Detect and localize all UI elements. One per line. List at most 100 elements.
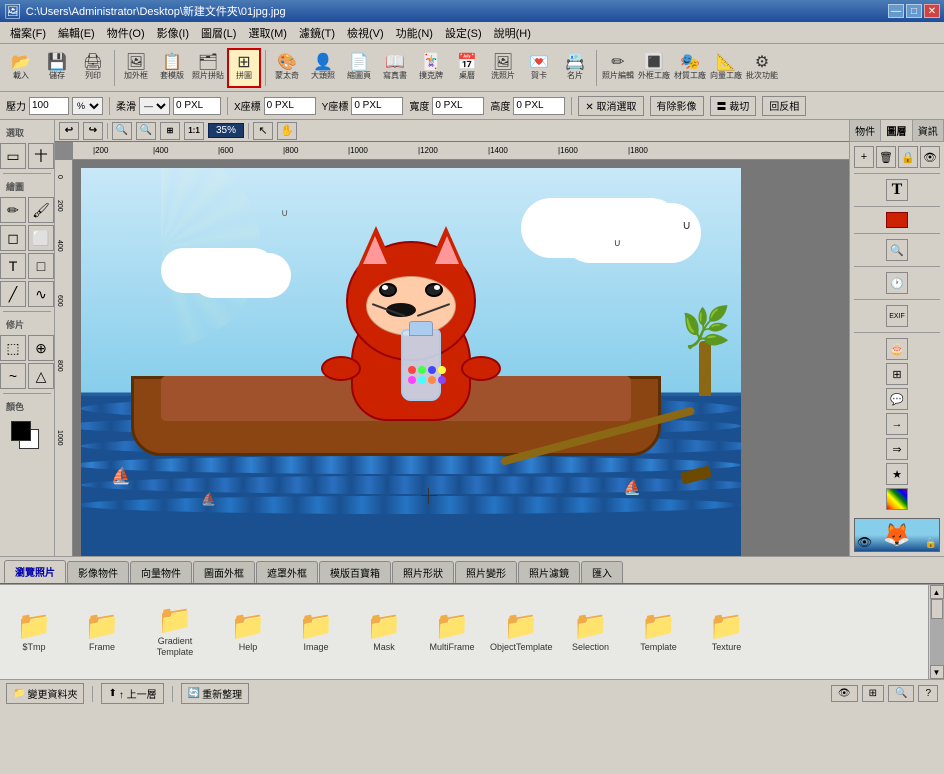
menu-select[interactable]: 選取(M) (242, 23, 293, 43)
folder-mask[interactable]: 📁 Mask (354, 612, 414, 653)
brush-button[interactable]: 🖌 (28, 197, 54, 223)
folder-gradient-template[interactable]: 📁 Gradient Template (140, 606, 210, 658)
folder-object-template[interactable]: 📁 ObjectTemplate (490, 612, 553, 653)
load-button[interactable]: 📂 載入 (4, 48, 38, 88)
vectorfactory-button[interactable]: 📐 向量工廠 (709, 48, 743, 88)
tab-layer[interactable]: 圖層 (881, 120, 912, 141)
folder-help[interactable]: 📁 Help (218, 612, 278, 653)
zoom-fit-button[interactable]: ⊞ (160, 122, 180, 140)
rt-star-button[interactable]: ★ (886, 463, 908, 485)
washphoto-button[interactable]: 🖼 洗照片 (486, 48, 520, 88)
line-button[interactable]: ╱ (0, 281, 26, 307)
help2-button[interactable]: ? (918, 685, 938, 702)
folder-frame[interactable]: 📁 Frame (72, 612, 132, 653)
menu-settings[interactable]: 設定(S) (439, 23, 488, 43)
batch-button[interactable]: ⚙ 批次功能 (745, 48, 779, 88)
framefactory-button[interactable]: 🔳 外框工廠 (637, 48, 671, 88)
up-level-button[interactable]: ⬆ ↑ 上一層 (101, 683, 163, 704)
rt-grid-button[interactable]: ⊞ (886, 363, 908, 385)
menu-help[interactable]: 說明(H) (488, 23, 537, 43)
hand-tool-button[interactable]: ✋ (277, 122, 297, 140)
minimize-button[interactable]: — (888, 4, 904, 18)
fb-scroll-area[interactable]: 📁 $Tmp 📁 Frame 📁 Gradient Template 📁 Hel… (0, 585, 928, 679)
menu-layer[interactable]: 圖層(L) (195, 23, 242, 43)
menu-object[interactable]: 物件(O) (101, 23, 151, 43)
headshot-button[interactable]: 👤 大頭照 (306, 48, 340, 88)
card-button[interactable]: 🃏 撲克牌 (414, 48, 448, 88)
maximize-button[interactable]: □ (906, 4, 922, 18)
menu-file[interactable]: 檔案(F) (4, 23, 52, 43)
greeting-button[interactable]: 💌 賀卡 (522, 48, 556, 88)
folder-tmp[interactable]: 📁 $Tmp (4, 612, 64, 653)
shape-button[interactable]: □ (28, 253, 54, 279)
change-folder-button[interactable]: 📁 變更資料夾 (6, 683, 84, 704)
rt-lock-button[interactable]: 🔒 (898, 146, 918, 168)
rt-color2-button[interactable] (886, 488, 908, 510)
menu-filter[interactable]: 濾鏡(T) (293, 23, 341, 43)
view-toggle-button[interactable]: 👁 (831, 685, 858, 702)
fill-button[interactable]: ⬜ (28, 225, 54, 251)
pencil-button[interactable]: ✏ (0, 197, 26, 223)
crop-tool-button[interactable]: ⬚ (0, 335, 26, 361)
menu-function[interactable]: 功能(N) (390, 23, 439, 43)
folder-multiframe[interactable]: 📁 MultiFrame (422, 612, 482, 653)
scroll-thumb[interactable] (931, 599, 943, 619)
sort-button[interactable]: ⊞ (862, 685, 884, 702)
btab-imgframe[interactable]: 圖面外框 (193, 561, 255, 583)
thumb-lock-button[interactable]: 🔒 (925, 538, 937, 549)
photoeditor-button[interactable]: ✏ 照片編輯 (601, 48, 635, 88)
template-button[interactable]: 📋 套模版 (155, 48, 189, 88)
frame-button[interactable]: 🖼 加外框 (119, 48, 153, 88)
curve-button[interactable]: ∿ (28, 281, 54, 307)
folder-selection[interactable]: 📁 Selection (561, 612, 621, 653)
eraser-button[interactable]: ◻ (0, 225, 26, 251)
namecard-button[interactable]: 📇 名片 (558, 48, 592, 88)
thumb-eye-button[interactable]: 👁 (857, 535, 872, 549)
info-button[interactable]: 🔍 (888, 685, 914, 702)
ycoor-input[interactable] (351, 97, 403, 115)
rt-color-block[interactable] (886, 212, 908, 228)
select-lasso-button[interactable]: 〸 (28, 143, 54, 169)
rt-text-button[interactable]: T (886, 179, 908, 201)
cancel-select-button[interactable]: ✕ 取消選取 (578, 96, 643, 116)
zoom-in-button[interactable]: 🔍 (112, 122, 132, 140)
scroll-up-button[interactable]: ▲ (930, 585, 944, 599)
rt-delete-button[interactable]: 🗑 (876, 146, 896, 168)
cursor-tool-button[interactable]: ↖ (253, 122, 273, 140)
canvas-area[interactable]: ∪ ∪ ∪ 🌿 (73, 160, 849, 556)
collage-button[interactable]: 🗂 照片拼貼 (191, 48, 225, 88)
texturefactory-button[interactable]: 🎭 材質工廠 (673, 48, 707, 88)
height-input[interactable] (513, 97, 565, 115)
reorganize-button[interactable]: 🔄 重新整理 (181, 683, 249, 704)
close-button[interactable]: ✕ (924, 4, 940, 18)
menu-image[interactable]: 影像(I) (151, 23, 195, 43)
btab-import[interactable]: 匯入 (581, 561, 623, 583)
btab-maskframe[interactable]: 遮罩外框 (256, 561, 318, 583)
rt-zoom-button[interactable]: 🔍 (886, 239, 908, 261)
foreground-color-swatch[interactable] (11, 421, 31, 441)
zoom-out-button[interactable]: 🔍 (136, 122, 156, 140)
blur-input[interactable] (173, 97, 221, 115)
text-button[interactable]: T (0, 253, 26, 279)
scroll-track[interactable] (930, 599, 944, 665)
rt-arrows2-button[interactable]: ⇒ (886, 438, 908, 460)
folder-image[interactable]: 📁 Image (286, 612, 346, 653)
btab-phototransform[interactable]: 照片變形 (455, 561, 517, 583)
smear-button[interactable]: ~ (0, 363, 26, 389)
select-rect-button[interactable]: ▭ (0, 143, 26, 169)
btab-imgobj[interactable]: 影像物件 (67, 561, 129, 583)
rt-arrows-button[interactable]: → (886, 413, 908, 435)
calendar-button[interactable]: 📅 桌曆 (450, 48, 484, 88)
btab-templatebox[interactable]: 模版百寶箱 (319, 561, 391, 583)
tab-info[interactable]: 資訊 (913, 120, 944, 141)
xcoor-input[interactable] (264, 97, 316, 115)
sharpen-button[interactable]: △ (28, 363, 54, 389)
btab-photofilter[interactable]: 照片濾鏡 (518, 561, 580, 583)
menu-edit[interactable]: 編輯(E) (52, 23, 101, 43)
width-input[interactable] (432, 97, 484, 115)
rt-cake-button[interactable]: 🎂 (886, 338, 908, 360)
redo-button[interactable]: ↪ (83, 122, 103, 140)
pressure-unit[interactable]: % (72, 97, 103, 115)
montage-button[interactable]: 🎨 蒙太奇 (270, 48, 304, 88)
puzzle-button[interactable]: ⊞ 拼圖 (227, 48, 261, 88)
